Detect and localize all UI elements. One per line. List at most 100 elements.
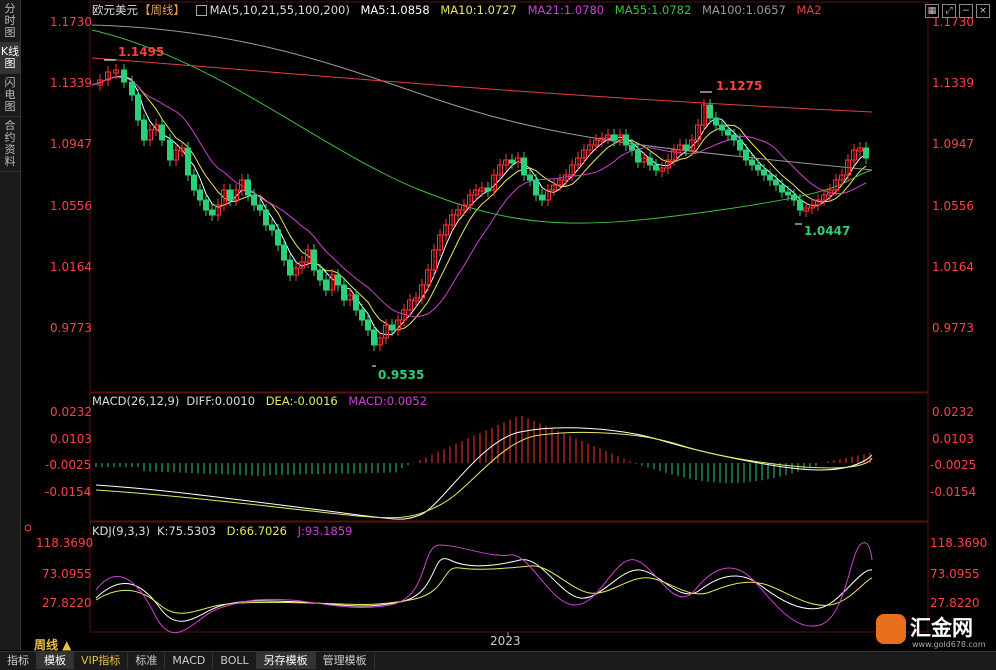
candle-body [767,174,773,181]
symbol-name: 欧元美元 [92,3,138,17]
ma100-line [91,24,873,171]
candle-body [197,189,203,201]
chart-type-icon [195,5,207,16]
kdj-axis-left: 118.3690 73.0955 27.8220 [36,536,93,610]
candle-body [269,224,275,231]
svg-text:73.0955: 73.0955 [930,567,980,581]
high-label-1: 1.1495 [118,45,164,59]
candle-body [785,191,791,196]
tab-macd[interactable]: MACD [165,652,214,669]
svg-text:1.0947: 1.0947 [932,137,974,151]
candle-body [159,124,165,141]
svg-text:27.8220: 27.8220 [930,596,980,610]
candle-body [791,194,797,201]
high-marker-1: 1.1495 [104,45,164,61]
macd-histogram [95,415,871,483]
candle-body [509,159,515,164]
candle-body [719,124,725,131]
svg-text:1.0947: 1.0947 [50,137,92,151]
svg-text:1.0164: 1.0164 [50,260,92,274]
kdj-lines [95,542,873,634]
candle-body [629,144,635,151]
svg-text:0.9773: 0.9773 [50,321,92,335]
tab-boll[interactable]: BOLL [213,652,257,669]
candle-body [527,174,533,181]
gold678-logo: 汇金网 www.gold678.com [876,612,990,652]
candle-body [209,209,215,216]
tab-indicator[interactable]: 指标 [0,652,37,669]
candle-body [121,69,127,83]
candle-body [683,144,689,151]
svg-text:0.0103: 0.0103 [932,432,974,446]
left-tab-bar: 分时图 K线图 闪电图 合约资料 [0,0,21,650]
candle-body [185,147,191,176]
candle-body [707,104,713,119]
candle-body [725,129,731,136]
candle-body [737,139,743,151]
candle-body [227,189,233,201]
svg-text:1.0556: 1.0556 [932,199,974,213]
svg-text:1.1339: 1.1339 [932,76,974,90]
candle-body [779,184,785,193]
tab-manage-template[interactable]: 管理模板 [316,652,375,669]
high-label-2: 1.1275 [716,79,762,93]
svg-text:1.1730: 1.1730 [50,15,92,29]
candle-body [323,279,329,291]
candle-body [365,319,371,331]
tab-flash[interactable]: 闪电图 [0,74,20,117]
price-axis-left: 1.1730 1.1339 1.0947 1.0556 1.0164 0.977… [50,15,92,335]
tab-vip-indicator[interactable]: VIP指标 [74,652,129,669]
main-legend: 欧元美元【周线】 MA(5,10,21,55,100,200) MA5:1.08… [92,3,822,17]
minus-icon[interactable]: − [959,4,973,18]
candle-body [359,309,365,321]
kdj-legend: KDJ(9,3,3) K:75.5303 D:66.7026 J:93.1859 [92,524,353,538]
bottom-toolbar: 指标 模板 VIP指标 标准 MACD BOLL 另存模板 管理模板 [0,651,996,670]
tab-standard[interactable]: 标准 [128,652,166,669]
svg-text:1.0556: 1.0556 [50,199,92,213]
candle-body [203,199,209,211]
kline-chart[interactable]: 1.1495 1.1275 0.9535 1.0447 1.1730 1.133… [20,0,996,650]
svg-text:118.3690: 118.3690 [36,536,93,550]
grid-icon[interactable]: ▦ [925,4,939,18]
svg-text:1.1339: 1.1339 [50,76,92,90]
tab-kline[interactable]: K线图 [0,43,20,74]
candle-body [317,269,323,281]
candle-body [731,134,737,141]
candle-body [251,194,257,206]
candle-body [281,244,287,261]
candle-body [371,329,377,346]
candle-body [653,164,659,171]
expand-icon[interactable]: ⤢ [942,4,956,18]
tab-template[interactable]: 模板 [37,652,74,669]
candle-body [335,274,341,286]
candle-body [749,159,755,166]
tab-timeshare[interactable]: 分时图 [0,0,20,43]
candle-body [755,164,761,171]
price-axis-right: 1.1730 1.1339 1.0947 1.0556 1.0164 0.977… [932,15,974,335]
logo-icon [876,614,906,644]
candle-body [773,179,779,186]
tab-contract-info[interactable]: 合约资料 [0,117,20,172]
candle-body [521,157,527,176]
tab-save-template[interactable]: 另存模板 [256,652,316,669]
candle-body [863,147,869,159]
svg-text:-0.0025: -0.0025 [45,458,91,472]
candle-body [797,199,803,211]
close-icon[interactable]: × [976,4,990,18]
candle-body [743,149,749,161]
window-controls: ▦ ⤢ − × [922,2,990,18]
low-label-1: 0.9535 [378,368,424,382]
kdj-axis-right: 118.3690 73.0955 27.8220 [930,536,987,610]
high-marker-2: 1.1275 [700,79,762,93]
candle-body [389,324,395,331]
x-axis-year: 2023 [490,634,521,648]
macd-panel-frame [89,392,929,522]
svg-text:-0.0154: -0.0154 [45,485,91,499]
candle-body [623,134,629,146]
candle-body [191,174,197,191]
candle-body [533,179,539,196]
svg-text:-0.0025: -0.0025 [930,458,976,472]
svg-text:0.9773: 0.9773 [932,321,974,335]
j-line [95,542,873,634]
kdj-settings-icon[interactable] [24,524,32,532]
